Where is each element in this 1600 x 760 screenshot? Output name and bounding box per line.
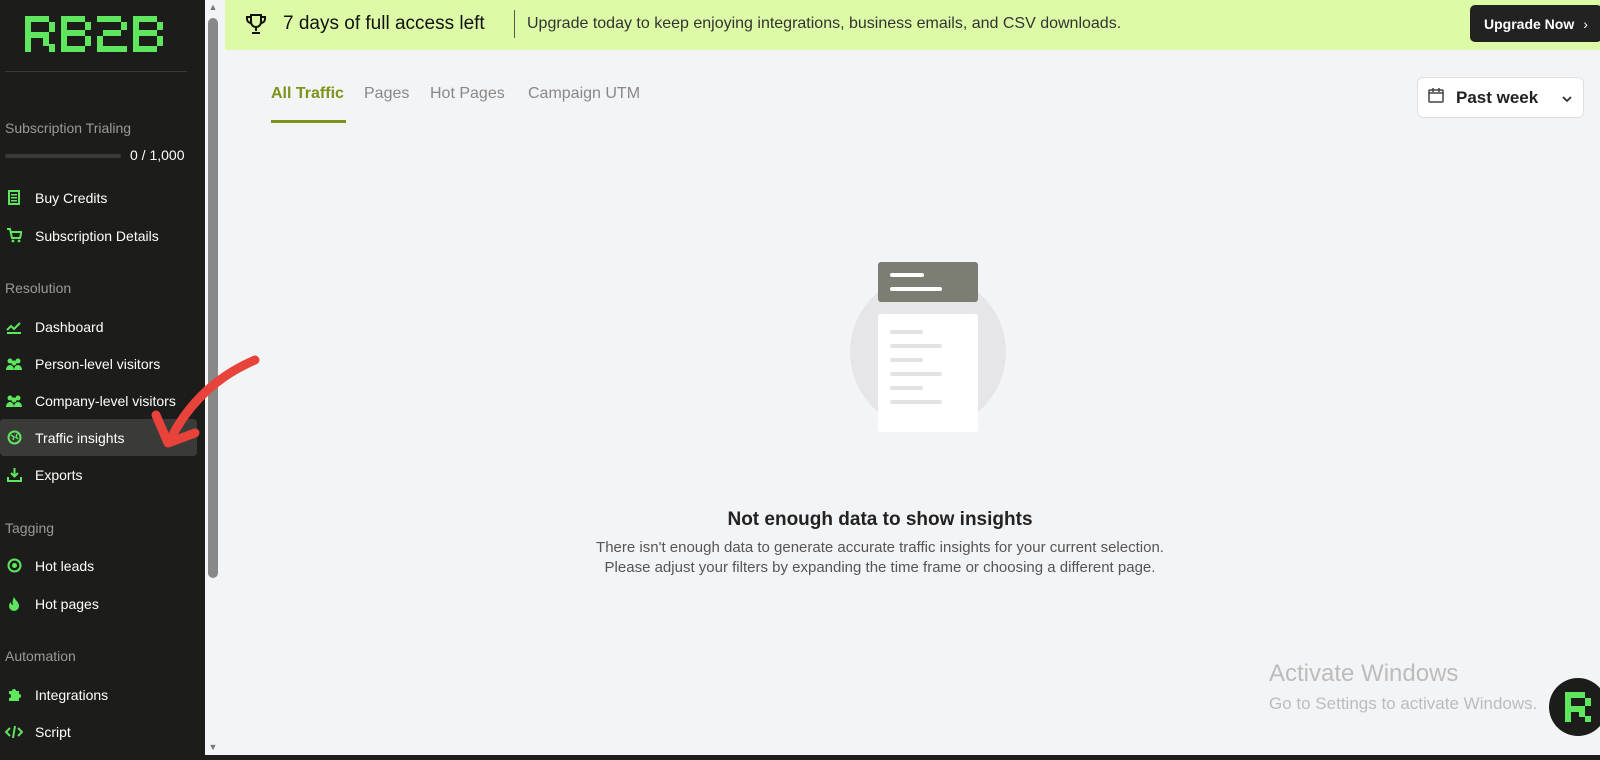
- sidebar-item-label: Traffic insights: [35, 429, 125, 446]
- credits-progress-text: 0 / 1,000: [130, 147, 185, 163]
- credits-progress-bar: [5, 154, 121, 158]
- banner-text: Upgrade today to keep enjoying integrati…: [527, 15, 1122, 32]
- active-tab-indicator: [271, 120, 346, 123]
- empty-state-line-2: Please adjust your filters by expanding …: [604, 559, 1156, 576]
- rb2b-logo[interactable]: [25, 12, 163, 56]
- date-range-select[interactable]: Past week: [1417, 77, 1584, 118]
- rb2b-chat-icon: [1565, 692, 1591, 722]
- activate-windows-subtitle: Go to Settings to activate Windows.: [1269, 694, 1538, 713]
- upgrade-now-button[interactable]: Upgrade Now ›: [1470, 5, 1600, 42]
- banner-divider: [514, 10, 515, 38]
- logo-divider: [5, 71, 187, 72]
- section-automation: Automation: [5, 648, 76, 664]
- chat-widget-button[interactable]: [1549, 678, 1600, 736]
- sidebar-item-script[interactable]: Script: [0, 713, 197, 750]
- sidebar-item-buy-credits[interactable]: Buy Credits: [0, 179, 197, 216]
- puzzle-icon: [5, 686, 23, 704]
- globe-icon: [5, 429, 23, 447]
- sidebar-item-hot-pages[interactable]: Hot pages: [0, 585, 197, 622]
- people-icon: [5, 392, 23, 410]
- sidebar-item-label: Dashboard: [35, 318, 104, 335]
- chart-icon: [5, 318, 23, 336]
- people-icon: [5, 355, 23, 373]
- tab-campaign-utm[interactable]: Campaign UTM: [528, 85, 640, 103]
- sidebar-item-label: Hot pages: [35, 595, 99, 612]
- tab-all-traffic[interactable]: All Traffic: [271, 85, 344, 103]
- scroll-up-icon[interactable]: ▲: [208, 2, 218, 12]
- tab-hot-pages[interactable]: Hot Pages: [430, 85, 505, 103]
- sidebar-item-label: Subscription Details: [35, 227, 159, 244]
- code-icon: [5, 723, 23, 741]
- empty-state-text: There isn't enough data to generate accu…: [580, 538, 1180, 578]
- trophy-icon: [245, 13, 267, 40]
- chevron-right-icon: ›: [1583, 15, 1588, 32]
- scroll-thumb[interactable]: [208, 18, 218, 578]
- sidebar-item-label: Script: [35, 723, 71, 740]
- sidebar-item-dashboard[interactable]: Dashboard: [0, 308, 197, 345]
- empty-state-title: Not enough data to show insights: [727, 509, 1033, 530]
- target-icon: [5, 557, 23, 575]
- sidebar-item-hot-leads[interactable]: Hot leads: [0, 547, 197, 584]
- sidebar-item-label: Buy Credits: [35, 189, 108, 206]
- download-icon: [5, 466, 23, 484]
- sidebar-item-subscription-details[interactable]: Subscription Details: [0, 217, 197, 254]
- trial-banner: 7 days of full access left Upgrade today…: [225, 0, 1600, 50]
- flame-icon: [5, 595, 23, 613]
- banner-title: 7 days of full access left: [283, 13, 485, 34]
- upgrade-button-label: Upgrade Now: [1484, 15, 1575, 32]
- sidebar-item-integrations[interactable]: Integrations: [0, 676, 197, 713]
- empty-state-illustration: [850, 262, 1010, 442]
- tab-pages[interactable]: Pages: [364, 85, 409, 103]
- scroll-down-icon[interactable]: ▼: [208, 742, 218, 752]
- sidebar-item-label: Exports: [35, 466, 83, 483]
- date-range-value: Past week: [1456, 87, 1539, 107]
- activate-windows-title: Activate Windows: [1269, 660, 1459, 687]
- annotation-arrow: [151, 355, 260, 448]
- section-tagging: Tagging: [5, 520, 55, 536]
- cart-icon: [5, 227, 23, 245]
- chevron-down-icon: [1561, 90, 1573, 110]
- calendar-icon: [1428, 87, 1444, 108]
- sidebar-item-exports[interactable]: Exports: [0, 456, 197, 493]
- receipt-icon: [5, 189, 23, 207]
- taskbar: [0, 755, 1600, 760]
- sidebar-item-label: Person-level visitors: [35, 355, 161, 372]
- sidebar-item-label: Hot leads: [35, 557, 95, 574]
- empty-state-line-1: There isn't enough data to generate accu…: [596, 539, 1164, 556]
- sidebar-item-label: Integrations: [35, 686, 109, 703]
- subscription-label: Subscription Trialing: [5, 120, 132, 136]
- section-resolution: Resolution: [5, 280, 72, 296]
